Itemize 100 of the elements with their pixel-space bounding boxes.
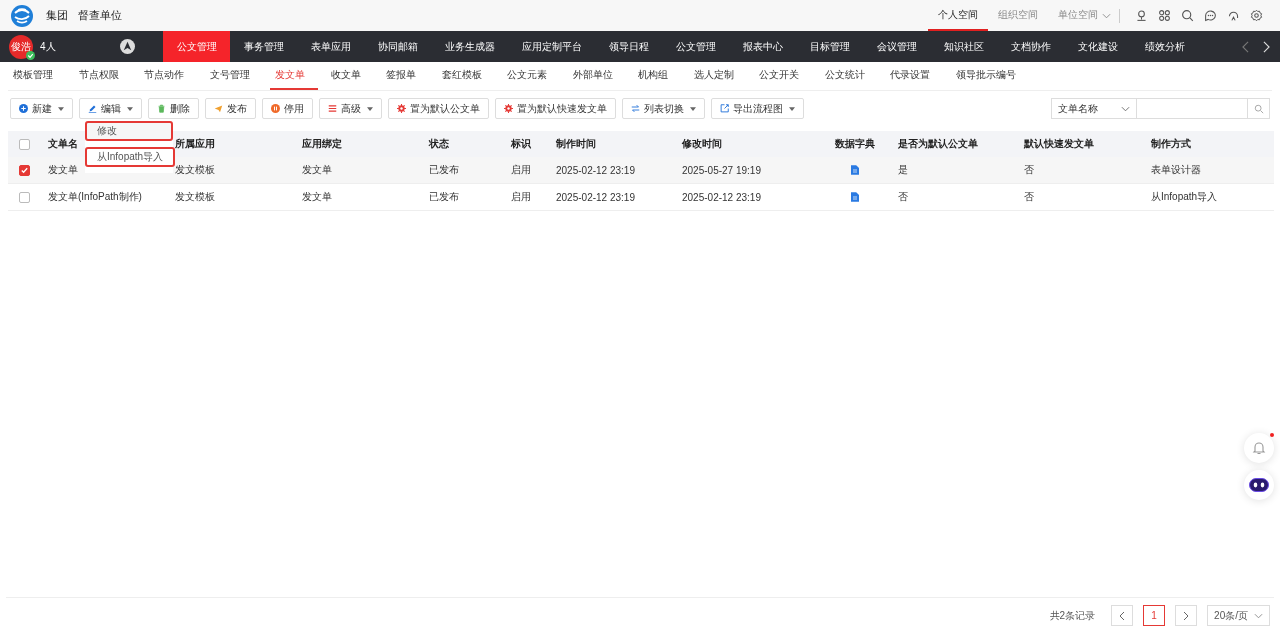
table-cell-text: 否 — [1023, 163, 1035, 177]
sub-tab[interactable]: 节点动作 — [139, 62, 197, 90]
sub-tab[interactable]: 节点权限 — [73, 62, 131, 90]
table-cell-text: 2025-02-12 23:19 — [555, 164, 636, 176]
toolbar-button[interactable]: 发布 — [205, 98, 256, 119]
column-header: 是否为默认公文单 — [897, 137, 979, 151]
gear-icon — [504, 104, 513, 113]
column-header: 文单名 — [47, 137, 79, 151]
user-avatar[interactable]: 俊浩 — [9, 34, 33, 59]
toolbar-button[interactable]: 列表切换 — [622, 98, 705, 119]
column-header: 制作方式 — [1150, 137, 1192, 151]
nav-tab[interactable]: 协同邮箱 — [364, 31, 431, 62]
nav-tab[interactable]: 知识社区 — [930, 31, 997, 62]
sub-tab[interactable]: 模板管理 — [8, 62, 66, 90]
sub-tab[interactable]: 收文单 — [325, 62, 373, 90]
column-header: 制作时间 — [555, 137, 597, 151]
record-count: 共2条记录 — [1049, 608, 1096, 623]
toolbar-button[interactable]: 新建 — [10, 98, 73, 119]
sub-tab[interactable]: 机构组 — [633, 62, 681, 90]
sub-tab[interactable]: 公文开关 — [754, 62, 812, 90]
table-cell-text: 否 — [897, 190, 909, 204]
scroll-left-icon[interactable] — [1242, 40, 1249, 53]
chat-icon[interactable] — [1204, 9, 1217, 22]
menu-icon — [328, 104, 337, 113]
table-cell-text: 发文单 — [47, 163, 79, 177]
table-cell-text: 发文单(InfoPath制作) — [47, 190, 143, 204]
org-name: 集团 — [46, 8, 68, 23]
search-icon[interactable] — [1181, 9, 1194, 22]
nav-tab[interactable]: 文档协作 — [997, 31, 1064, 62]
navigation-icon[interactable] — [119, 39, 135, 54]
select-all-checkbox[interactable] — [18, 138, 30, 150]
scroll-right-icon[interactable] — [1263, 40, 1270, 53]
sub-tab[interactable]: 公文统计 — [819, 62, 877, 90]
table-cell-text: 2025-05-27 19:19 — [681, 164, 762, 176]
column-header: 修改时间 — [681, 137, 723, 151]
toolbar-button[interactable]: 高级 — [319, 98, 382, 119]
nav-tab[interactable]: 绩效分析 — [1131, 31, 1198, 62]
nav-tab[interactable]: 文化建设 — [1064, 31, 1131, 62]
sub-tab[interactable]: 套红模板 — [436, 62, 494, 90]
row-checkbox[interactable] — [18, 191, 30, 203]
paper-plane-icon — [214, 104, 223, 113]
toolbar-button[interactable]: 删除 — [148, 98, 199, 119]
search-field[interactable] — [1137, 98, 1248, 119]
table-cell-text: 表单设计器 — [1150, 163, 1202, 177]
search-icon — [1253, 103, 1264, 114]
document-icon[interactable] — [851, 165, 859, 175]
table-cell-text: 从Infopath导入 — [1150, 190, 1219, 204]
settings-icon[interactable] — [1250, 9, 1263, 22]
table-cell-text: 已发布 — [428, 190, 460, 204]
column-header: 标识 — [510, 137, 532, 151]
chevron-down-icon[interactable] — [1102, 12, 1111, 19]
table-cell-text: 发文模板 — [174, 163, 216, 177]
nav-tab[interactable]: 应用定制平台 — [508, 31, 595, 62]
row-checkbox[interactable] — [18, 164, 30, 176]
space-tab[interactable]: 组织空间 — [988, 0, 1048, 31]
space-tab[interactable]: 单位空间 — [1048, 0, 1108, 31]
sub-tab[interactable]: 发文单 — [270, 62, 318, 90]
chevron-left-icon — [1119, 610, 1126, 621]
sub-tab[interactable]: 选人定制 — [688, 62, 746, 90]
toolbar-button[interactable]: 导出流程图 — [711, 98, 804, 119]
nav-tab[interactable]: 业务生成器 — [431, 31, 508, 62]
sub-tab[interactable]: 代录设置 — [885, 62, 943, 90]
bell-icon — [1251, 440, 1267, 456]
toolbar-button[interactable]: 编辑 — [79, 98, 142, 119]
toolbar-button[interactable]: 停用 — [262, 98, 313, 119]
online-count: 4人 — [40, 39, 56, 54]
sub-tab[interactable]: 签报单 — [381, 62, 429, 90]
sub-tab[interactable]: 公文元素 — [502, 62, 560, 90]
logo-icon — [10, 3, 34, 28]
nav-tab[interactable]: 报表中心 — [729, 31, 796, 62]
toolbar-button[interactable]: 置为默认快速发文单 — [495, 98, 616, 119]
nav-tab[interactable]: 目标管理 — [796, 31, 863, 62]
nav-tab[interactable]: 公文管理 — [662, 31, 729, 62]
sub-tab[interactable]: 领导批示编号 — [950, 62, 1028, 90]
sub-tab[interactable]: 外部单位 — [567, 62, 625, 90]
assistant-button[interactable] — [1244, 470, 1274, 500]
notification-button[interactable] — [1244, 433, 1274, 463]
column-header: 数据字典 — [834, 137, 876, 151]
toolbar-button[interactable]: 置为默认公文单 — [388, 98, 489, 119]
nav-tab[interactable]: 领导日程 — [595, 31, 662, 62]
column-header: 所属应用 — [174, 137, 216, 151]
trash-icon — [157, 104, 166, 113]
nav-tab[interactable]: 事务管理 — [230, 31, 297, 62]
table-cell-text: 启用 — [510, 163, 532, 177]
pencil-icon — [88, 104, 97, 113]
sub-tab[interactable]: 文号管理 — [204, 62, 262, 90]
nav-tab[interactable]: 公文管理 — [163, 31, 230, 62]
export-icon — [720, 104, 729, 113]
page-button[interactable]: 1 — [1143, 605, 1166, 626]
nav-tab[interactable]: 表单应用 — [297, 31, 364, 62]
menu-item[interactable]: 从Infopath导入 — [85, 147, 175, 167]
page-size-select[interactable]: 20条/页 — [1207, 605, 1270, 626]
location-icon[interactable] — [1135, 9, 1148, 22]
support-icon[interactable] — [1227, 9, 1240, 22]
menu-item[interactable]: 修改 — [85, 121, 173, 141]
document-icon[interactable] — [851, 192, 859, 202]
apps-icon[interactable] — [1158, 9, 1171, 22]
table-cell-text: 2025-02-12 23:19 — [681, 191, 762, 203]
search-field-select[interactable]: 文单名称 — [1051, 98, 1137, 119]
nav-tab[interactable]: 会议管理 — [863, 31, 930, 62]
